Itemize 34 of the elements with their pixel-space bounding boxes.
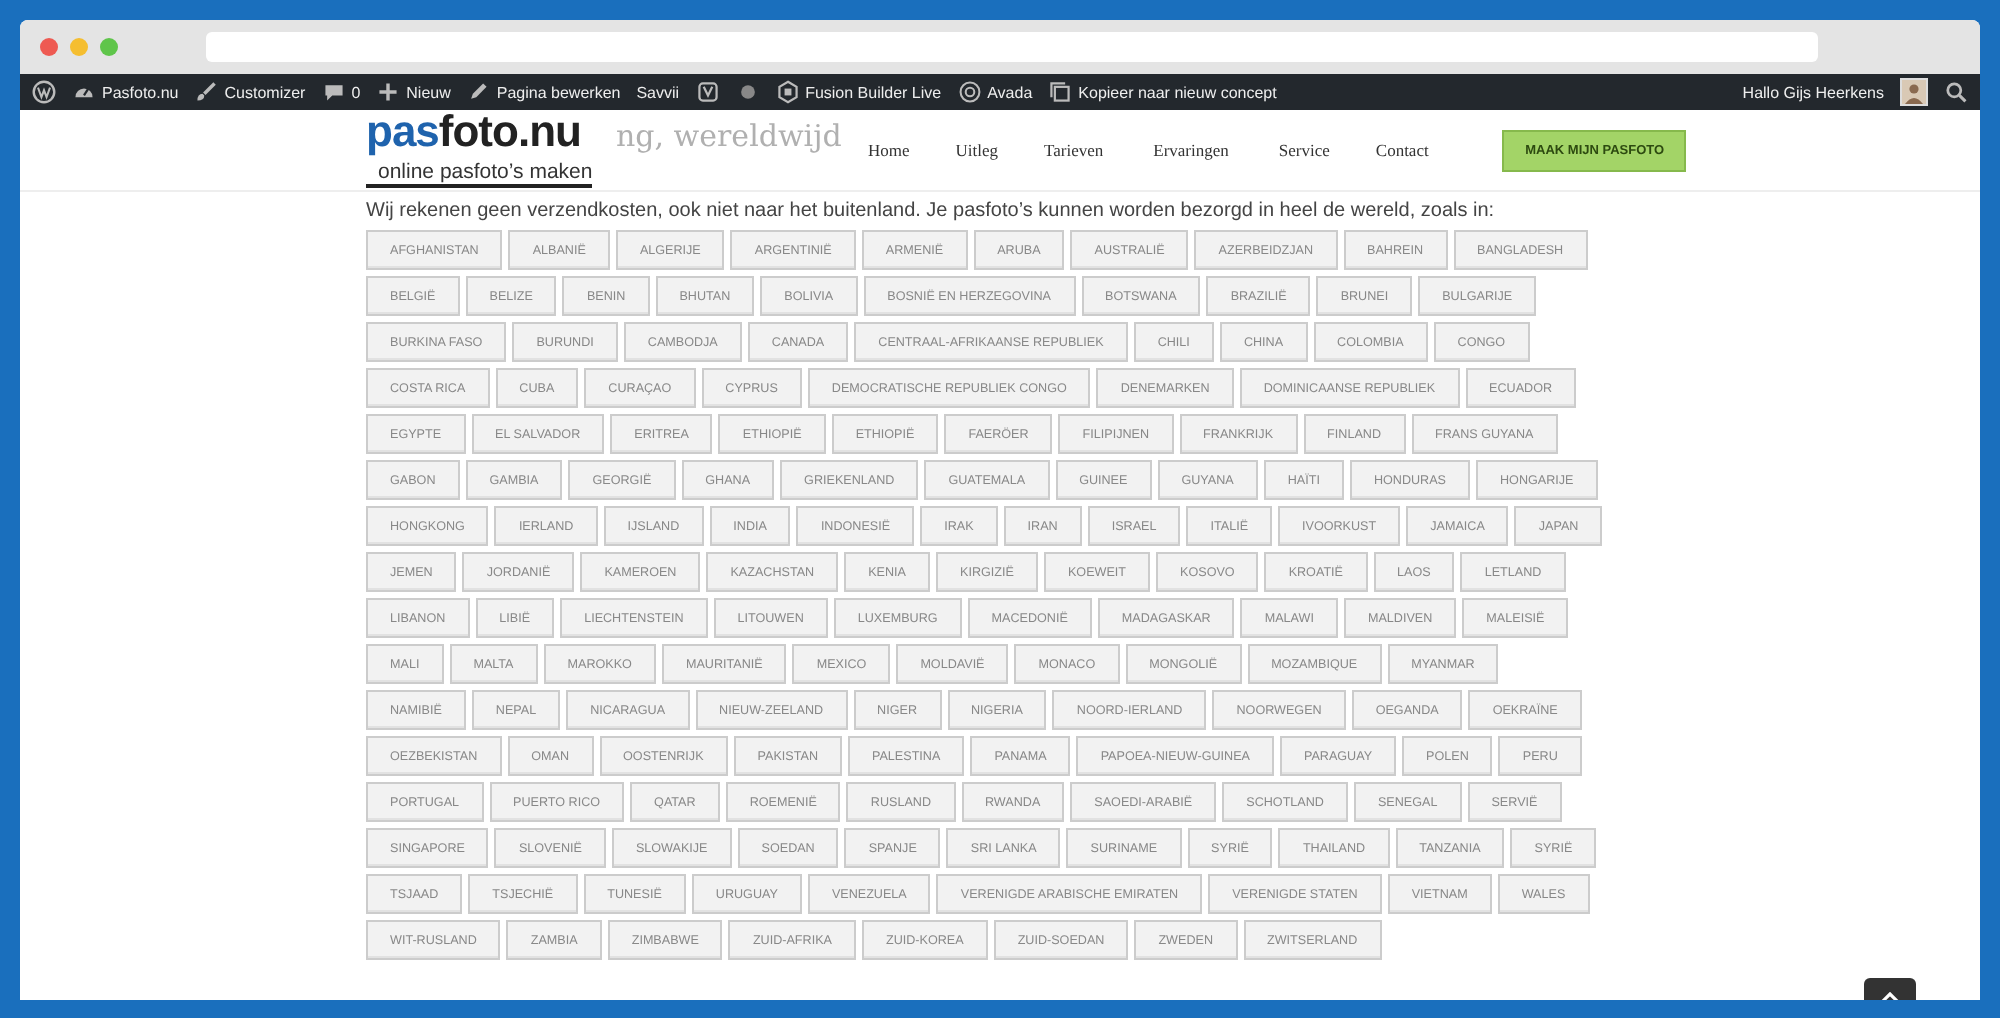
admin-link[interactable]: Pasfoto.nu	[102, 83, 179, 101]
search-icon[interactable]	[1944, 80, 1968, 104]
comment-count[interactable]: 0	[351, 83, 361, 101]
nav-link[interactable]: Service	[1256, 140, 1354, 160]
greeting-link[interactable]: Hallo Gijs Heerkens	[1742, 83, 1884, 101]
admin-link[interactable]: Pagina bewerken	[496, 83, 621, 101]
logo-tagline: online pasfoto’s maken	[366, 162, 593, 188]
site-logo[interactable]: pasfoto.nu	[366, 112, 606, 152]
avatar[interactable]	[1900, 78, 1928, 106]
comment-icon[interactable]	[321, 80, 346, 104]
brush-icon[interactable]	[194, 80, 219, 104]
intro-text: Wij rekenen geen verzendkosten, ook niet naar het buitenland. Je pasfoto’s kunnen worden bezorgd in heel de wereld, zoals in:	[366, 200, 1497, 222]
chevron-up-icon	[1880, 991, 1900, 1000]
nav-link[interactable]: Contact	[1353, 140, 1453, 160]
admin-link[interactable]: Nieuw	[406, 83, 451, 101]
nav-link[interactable]: Tarieven	[1022, 140, 1128, 160]
pencil-icon[interactable]	[466, 80, 491, 104]
copy-icon[interactable]	[1048, 80, 1073, 104]
admin-link[interactable]: Savvii	[636, 83, 680, 101]
nav-link[interactable]: Ervaringen	[1127, 140, 1257, 160]
status-dot-icon[interactable]	[735, 80, 760, 104]
nav-link[interactable]: Home	[846, 140, 934, 160]
theme-icon[interactable]	[957, 80, 982, 104]
plus-icon[interactable]	[376, 80, 401, 104]
admin-link[interactable]: Customizer	[224, 83, 306, 101]
admin-link[interactable]: Fusion Builder Live	[805, 83, 942, 101]
seo-icon[interactable]	[695, 80, 720, 104]
close-icon[interactable]	[40, 38, 58, 56]
nav-link[interactable]: Uitleg	[933, 140, 1023, 160]
admin-link[interactable]: Avada	[987, 83, 1033, 101]
admin-link[interactable]: Kopieer naar nieuw concept	[1078, 83, 1277, 101]
faded-heading: ng, wereldwijd	[616, 118, 842, 154]
builder-icon[interactable]	[775, 80, 800, 104]
wordpress-icon[interactable]	[32, 80, 56, 104]
